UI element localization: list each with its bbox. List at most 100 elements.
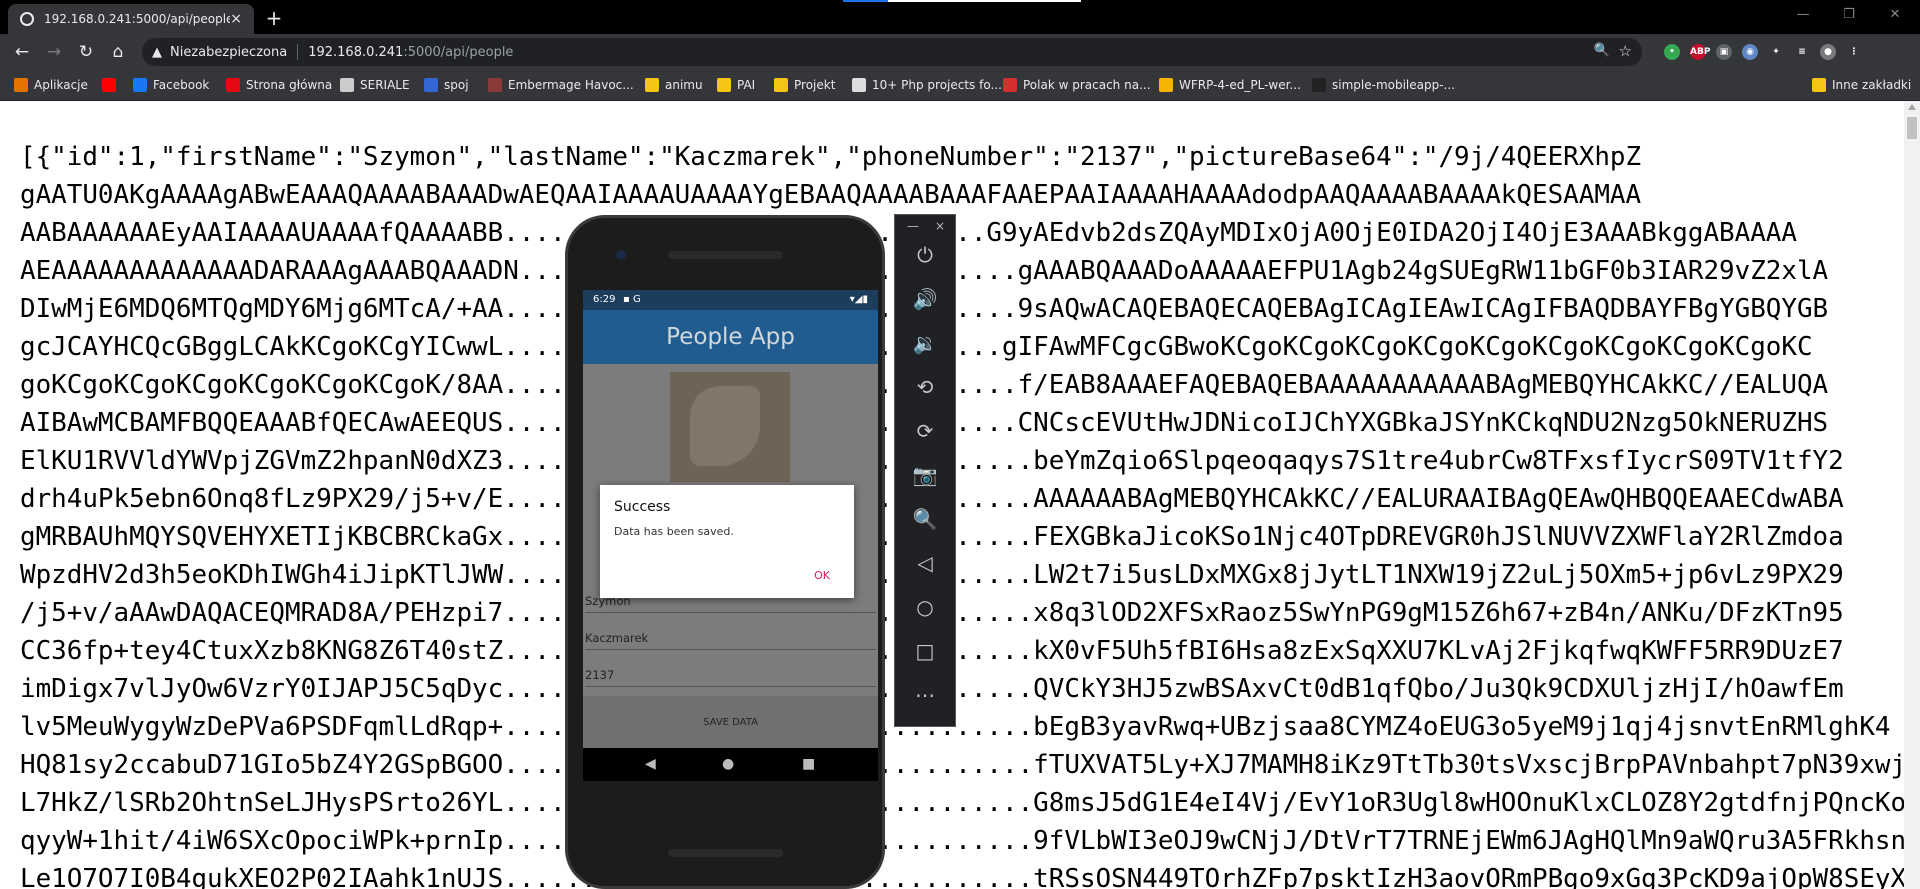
json-line: drh4uPk5ebn6Onq8fLz9PX29/j5+v/E.........… (20, 480, 1904, 518)
nav-recents-icon[interactable]: ■ (802, 748, 815, 781)
folder-icon (645, 78, 659, 92)
bookmark-item[interactable]: Polak w pracach na... (1003, 76, 1151, 94)
json-line: CC36fp+tey4CtuxXzb8KNG8Z6T40stZ.........… (20, 632, 1904, 670)
bookmark-item[interactable]: Inne zakładki (1812, 76, 1911, 94)
bookmark-item[interactable]: 10+ Php projects fo... (852, 76, 1002, 94)
bookmark-item[interactable]: Aplikacje (14, 76, 88, 94)
facebook-icon (133, 78, 147, 92)
camera-icon[interactable]: 📷 (895, 459, 955, 491)
bookmark-label: Inne zakładki (1832, 78, 1912, 92)
bookmark-label: Polak w pracach na... (1023, 78, 1151, 92)
bookmark-item[interactable] (102, 76, 122, 94)
home-icon[interactable]: ○ (895, 591, 955, 623)
bookmark-item[interactable]: WFRP-4-ed_PL-wer... (1159, 76, 1301, 94)
security-label[interactable]: Niezabezpieczona (170, 45, 287, 60)
front-camera (616, 250, 626, 260)
globe-icon (20, 12, 34, 26)
puzzle-extension-icon[interactable]: ✦ (1768, 44, 1784, 60)
json-response: [{"id":1,"firstName":"Szymon","lastName"… (20, 138, 1904, 889)
nav-home-icon[interactable]: ● (722, 748, 734, 781)
rotate-right-icon[interactable]: ⟳ (895, 415, 955, 447)
address-bar[interactable]: ▲ Niezabezpieczona 192.168.0.241:5000/ap… (142, 38, 1642, 66)
rotate-left-icon[interactable]: ⟲ (895, 371, 955, 403)
bookmark-item[interactable]: spoj (424, 76, 469, 94)
dialog-ok-button[interactable]: OK (814, 569, 830, 582)
json-line: gAATU0AKgAAAAgABwEAAAQAAAABAAADwAEQAAIAA… (20, 180, 1642, 210)
bookmark-item[interactable]: Projekt (774, 76, 835, 94)
person-photo[interactable] (670, 372, 790, 482)
status-icons-right: ▾◢▮ (849, 294, 868, 305)
warning-icon[interactable]: ▲ (152, 45, 162, 60)
bookmark-label: spoj (444, 78, 469, 92)
forward-button[interactable]: → (42, 40, 66, 64)
more-icon[interactable]: ⋯ (895, 679, 955, 711)
dialog-title: Success (614, 499, 671, 515)
tab-close-icon[interactable]: × (230, 11, 242, 27)
bookmark-item[interactable]: Strona główna (226, 76, 332, 94)
tv-icon (340, 78, 354, 92)
bookmark-item[interactable]: animu (645, 76, 703, 94)
zoom-icon[interactable]: 🔍 (895, 503, 955, 535)
translate-extension-icon[interactable]: ◉ (1742, 44, 1758, 60)
camera-extension-icon[interactable]: ▣ (1716, 44, 1732, 60)
new-tab-button[interactable]: + (262, 6, 286, 30)
success-dialog: Success Data has been saved. OK (600, 485, 854, 598)
back-button[interactable]: ← (10, 40, 34, 64)
status-bar: 6:29 ▪ G ▾◢▮ (583, 290, 878, 310)
back-icon[interactable]: ◁ (895, 547, 955, 579)
playlist-extension-icon[interactable]: ≡ (1794, 44, 1810, 60)
panel-minimize-button[interactable]: — (907, 219, 919, 233)
json-line: AIBAwMCBAMFBQQEAAABfQECAwAEEQUS.........… (20, 404, 1904, 442)
folder-icon (774, 78, 788, 92)
bookmark-item[interactable]: simple-mobileapp-... (1312, 76, 1455, 94)
restore-button[interactable]: ❐ (1826, 0, 1872, 34)
profile-avatar[interactable]: ● (1820, 44, 1836, 60)
divider (297, 44, 299, 60)
power-icon[interactable]: ⏻ (895, 239, 955, 271)
json-line: lv5MeuWygyWzDePVa6PSDFqmlLdRqp+.........… (20, 712, 1891, 742)
tab-title: 192.168.0.241:5000/api/people (44, 12, 231, 26)
photo-highlight (690, 386, 760, 466)
panel-close-button[interactable]: × (935, 219, 945, 233)
emulator-controls-panel: — × ⏻ 🔊 🔉 ⟲ ⟳ 📷 🔍 ◁ ○ □ ⋯ (894, 214, 956, 727)
reload-button[interactable]: ↻ (74, 40, 98, 64)
scroll-thumb[interactable] (1907, 117, 1917, 139)
bookmark-star-icon[interactable]: ☆ (1619, 42, 1632, 60)
nav-back-icon[interactable]: ◀ (645, 748, 656, 781)
speaker-grille (668, 251, 783, 259)
zoom-icon[interactable]: 🔍 (1594, 43, 1610, 58)
apps-grid-icon (14, 78, 28, 92)
bookmark-label: WFRP-4-ed_PL-wer... (1179, 78, 1301, 92)
scroll-up-icon[interactable] (1908, 104, 1916, 110)
bookmark-item[interactable]: Embermage Havoc... (488, 76, 634, 94)
phone-number-field[interactable]: 2137 (585, 658, 876, 687)
bookmark-label: Strona główna (246, 78, 333, 92)
green-extension-icon[interactable]: • (1664, 44, 1680, 60)
tab-api-people[interactable]: 192.168.0.241:5000/api/people × (8, 4, 254, 34)
abp-extension-icon[interactable]: ABP (1690, 44, 1710, 60)
spoj-icon (424, 78, 438, 92)
menu-icon[interactable]: ⋮ (1846, 44, 1862, 60)
save-data-button[interactable]: SAVE DATA (583, 696, 878, 750)
bookmark-item[interactable]: SERIALE (340, 76, 410, 94)
home-button[interactable]: ⌂ (106, 40, 130, 64)
scrollbar[interactable] (1904, 101, 1920, 889)
overview-icon[interactable]: □ (895, 635, 955, 667)
close-window-button[interactable]: ✕ (1872, 0, 1918, 34)
last-name-field[interactable]: Kaczmarek (585, 621, 876, 650)
tab-strip: 192.168.0.241:5000/api/people × + — ❐ ✕ (0, 0, 1920, 34)
json-line: gMRBAUhMQYSQVEHYXETIjKBCBRCkaGx.........… (20, 518, 1904, 556)
status-time: 6:29 (593, 294, 616, 305)
minimize-button[interactable]: — (1780, 0, 1826, 34)
json-line: Le1O7O7I0B4gukXEO2P02IAahk1nUJS.........… (20, 864, 1904, 889)
bookmark-item[interactable]: PAI (717, 76, 755, 94)
folder-icon (717, 78, 731, 92)
bookmark-label: 10+ Php projects fo... (872, 78, 1002, 92)
json-line: gcJCAYHCQcGBggLCAkKCgoKCgYICwwL.........… (20, 328, 1904, 366)
bookmark-item[interactable]: Facebook (133, 76, 209, 94)
volume-up-icon[interactable]: 🔊 (895, 283, 955, 315)
volume-down-icon[interactable]: 🔉 (895, 327, 955, 359)
json-line: ElKU1RVVldYWVpjZGVmZ2hpanN0dXZ3.........… (20, 442, 1904, 480)
json-line: L7HkZ/lSRb2OhtnSeLJHysPSrto26YL.........… (20, 788, 1904, 818)
bookmark-label: simple-mobileapp-... (1332, 78, 1455, 92)
